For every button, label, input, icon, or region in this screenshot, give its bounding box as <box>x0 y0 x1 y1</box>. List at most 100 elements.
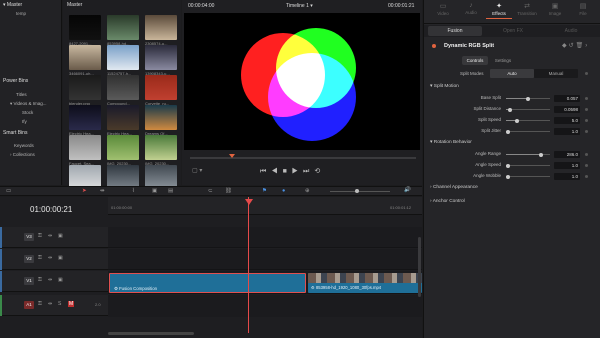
zoom-icon[interactable]: ⊕ <box>305 188 310 194</box>
param-keyframe-dot[interactable] <box>585 108 588 111</box>
insert-icon[interactable]: ▣ <box>152 188 157 194</box>
track-header-v3[interactable]: V3 ⚿ ⇹ ▣ <box>0 227 108 248</box>
subtab-audio[interactable]: Audio <box>544 26 598 36</box>
inspector-tab-video[interactable]: ▭ Video <box>430 2 456 16</box>
scrubber-playhead-icon[interactable] <box>229 154 235 158</box>
power-bin-ify[interactable]: Ify <box>22 119 27 124</box>
timeline-playhead[interactable] <box>248 197 249 333</box>
track-visibility-icon[interactable]: ▣ <box>58 255 63 261</box>
stop-icon[interactable]: ■ <box>283 168 292 175</box>
param-slider[interactable] <box>506 118 550 123</box>
overwrite-icon[interactable]: ▤ <box>168 188 173 194</box>
param-value-field[interactable]: 0.0598 <box>554 106 580 113</box>
param-value-field[interactable]: 5.0 <box>554 117 580 124</box>
flag-icon[interactable]: ⚑ <box>262 188 267 194</box>
power-bin-videos[interactable]: ▾ Videos & Imag... <box>10 101 46 107</box>
clip-video[interactable]: ⚙ 853958-hd_1920_1080_30fps.mp4 <box>308 273 422 293</box>
timeline-name-dropdown[interactable]: Timeline 1 ▾ <box>286 3 313 9</box>
viewer-scrubber[interactable] <box>190 157 416 159</box>
param-slider-knob[interactable] <box>526 96 530 101</box>
param-slider-knob[interactable] <box>515 118 519 123</box>
clip-thumbnail[interactable] <box>145 105 177 130</box>
param-slider-knob[interactable] <box>506 163 511 168</box>
trim-tool-icon[interactable]: ⇹ <box>100 188 105 194</box>
param-keyframe-dot[interactable] <box>585 175 588 178</box>
auto-select-icon[interactable]: ⇹ <box>48 301 52 307</box>
clip-thumbnail[interactable] <box>107 15 139 40</box>
clip-thumbnail[interactable] <box>107 45 139 70</box>
delete-icon[interactable]: 🗑 <box>576 43 586 49</box>
settings-tab[interactable]: Settings <box>490 56 516 65</box>
effect-header[interactable]: Dynamic RGB Split ◆↺🗑› <box>424 41 600 52</box>
inspector-tab-audio[interactable]: ♪ Audio <box>458 2 484 15</box>
param-keyframe-dot[interactable] <box>585 130 588 133</box>
split-mode-manual[interactable]: Manual <box>534 69 578 78</box>
clip-thumbnail[interactable] <box>145 45 177 70</box>
blade-tool-icon[interactable]: ⌇ <box>132 188 135 194</box>
effect-enable-toggle[interactable] <box>432 44 436 48</box>
auto-select-icon[interactable]: ⇹ <box>48 233 52 239</box>
power-bin-titles[interactable]: Titles <box>16 92 27 97</box>
param-keyframe-dot[interactable] <box>585 164 588 167</box>
loop-icon[interactable]: ⟲ <box>314 168 325 175</box>
power-bin-stock[interactable]: Stock <box>22 110 33 115</box>
snap-icon[interactable]: ⊂ <box>208 188 213 194</box>
bin-item-temp[interactable]: temp <box>16 11 26 16</box>
clip-thumbnail[interactable] <box>145 75 177 100</box>
lock-icon[interactable]: ⚿ <box>38 233 42 239</box>
param-value-field[interactable]: 0.057 <box>554 95 580 102</box>
smart-bin-collections[interactable]: › Collections <box>10 152 35 157</box>
param-slider-knob[interactable] <box>506 129 511 134</box>
split-modes-keyframe-dot[interactable] <box>585 72 588 75</box>
lock-icon[interactable]: ⚿ <box>38 277 42 283</box>
lock-icon[interactable]: ⚿ <box>38 255 42 261</box>
param-value-field[interactable]: 1.0 <box>554 128 580 135</box>
inspector-tab-file[interactable]: ▤ File <box>570 2 596 16</box>
param-slider-knob[interactable] <box>506 174 511 179</box>
zoom-slider-knob[interactable] <box>355 189 359 193</box>
param-slider-knob[interactable] <box>508 107 513 112</box>
subtab-fusion[interactable]: Fusion <box>428 26 482 36</box>
section-split-motion[interactable]: ▾ Split Motion <box>430 84 459 89</box>
clip-thumbnail[interactable] <box>69 105 101 130</box>
marker-icon[interactable]: ● <box>282 188 285 194</box>
section-anchor-control[interactable]: › Anchor Control <box>430 199 465 204</box>
smart-bin-keywords[interactable]: Keywords <box>14 143 34 148</box>
param-slider[interactable] <box>506 152 550 157</box>
reset-icon[interactable]: ↺ <box>569 43 576 49</box>
volume-icon[interactable]: 🔊 <box>404 187 411 193</box>
zoom-slider[interactable] <box>330 191 390 192</box>
param-slider[interactable] <box>506 174 550 179</box>
clip-thumbnail[interactable] <box>69 45 101 70</box>
param-slider-knob[interactable] <box>539 152 544 157</box>
track-visibility-icon[interactable]: ▣ <box>58 233 63 239</box>
mute-icon[interactable]: M <box>68 301 75 307</box>
selection-tool-icon[interactable]: ➤ <box>82 188 87 194</box>
play-icon[interactable]: ▶ <box>292 168 303 175</box>
split-mode-auto[interactable]: Auto <box>490 69 534 78</box>
subtab-openfx[interactable]: Open FX <box>486 26 540 36</box>
track-header-a1[interactable]: A1 ⚿ ⇹ S M 2.0 <box>0 295 108 316</box>
clip-thumbnail[interactable] <box>145 135 177 160</box>
viewer-canvas[interactable] <box>184 13 420 150</box>
keyframe-icon[interactable]: ◆ <box>562 43 569 49</box>
lock-icon[interactable]: ⚿ <box>38 301 42 307</box>
clip-thumbnail[interactable] <box>69 75 101 100</box>
param-slider[interactable] <box>506 96 550 101</box>
ruler[interactable]: 01:00:00:00 01:00:01:12 <box>108 197 422 215</box>
rewind-icon[interactable]: ◀ <box>271 168 282 175</box>
timeline-vertical-scrollbar[interactable] <box>418 237 421 297</box>
auto-select-icon[interactable]: ⇹ <box>48 277 52 283</box>
section-rotation-behavior[interactable]: ▾ Rotation Behavior <box>430 140 472 145</box>
track-header-v2[interactable]: V2 ⚿ ⇹ ▣ <box>0 249 108 270</box>
inspector-tab-image[interactable]: ▣ Image <box>542 2 568 16</box>
clip-thumbnail[interactable] <box>69 15 101 40</box>
param-slider[interactable] <box>506 163 550 168</box>
param-value-field[interactable]: 286.0 <box>554 151 580 158</box>
clip-thumbnail[interactable] <box>107 75 139 100</box>
playhead-handle-icon[interactable] <box>245 199 253 205</box>
param-keyframe-dot[interactable] <box>585 153 588 156</box>
param-slider[interactable] <box>506 129 550 134</box>
inspector-tab-effects[interactable]: ✦ Effects <box>486 2 512 19</box>
clip-fusion-composition[interactable]: ⚙ Fusion Composition <box>109 273 306 293</box>
